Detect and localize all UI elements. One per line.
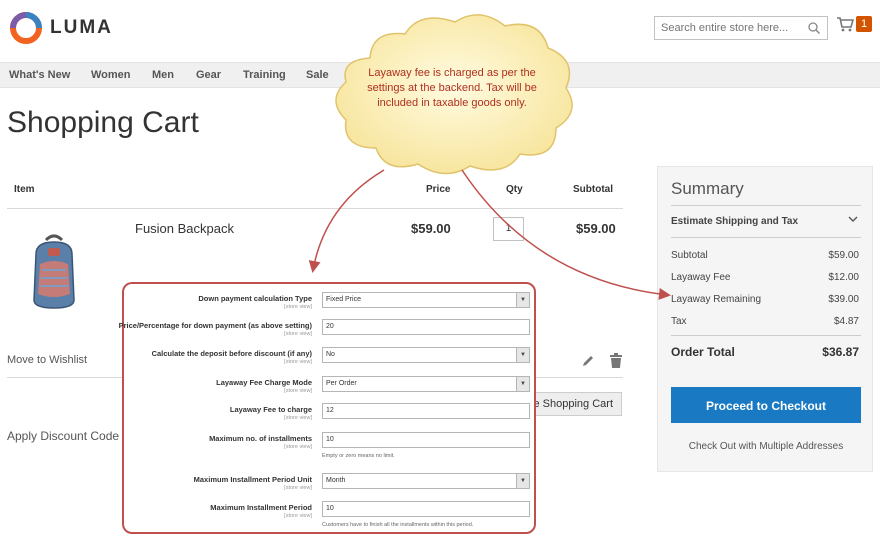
summary-tax-label: Tax — [671, 316, 687, 327]
select-value: No — [326, 351, 335, 358]
config-scope: [store view] — [284, 415, 312, 421]
brand-name: LUMA — [50, 17, 113, 38]
product-subtotal: $59.00 — [576, 221, 616, 236]
minicart[interactable]: 1 — [836, 16, 873, 32]
summary-divider — [671, 335, 861, 336]
summary-subtotal-label: Subtotal — [671, 250, 708, 261]
summary-divider — [671, 205, 861, 206]
nav-item-women[interactable]: Women — [91, 69, 131, 81]
config-label: Calculate the deposit before discount (i… — [151, 349, 312, 358]
proceed-to-checkout-button[interactable]: Proceed to Checkout — [671, 387, 861, 423]
checkout-multiple-addresses-link[interactable]: Check Out with Multiple Addresses — [658, 441, 874, 452]
config-label: Down payment calculation Type — [198, 294, 312, 303]
order-total-value: $36.87 — [822, 345, 859, 359]
column-header-subtotal: Subtotal — [573, 184, 613, 195]
deposit-before-discount-select[interactable]: No ▼ — [322, 347, 530, 363]
config-note: Empty or zero means no limit. — [322, 453, 395, 459]
max-installments-input[interactable]: 10 — [322, 432, 530, 448]
config-scope: [store view] — [284, 304, 312, 310]
nav-item-whats-new[interactable]: What's New — [9, 69, 70, 81]
dropdown-arrow-icon[interactable]: ▼ — [516, 293, 529, 307]
column-header-price: Price — [426, 184, 451, 195]
search-icon[interactable] — [807, 21, 821, 35]
chevron-down-icon[interactable] — [848, 215, 858, 223]
callout-arrow — [308, 169, 385, 273]
update-shopping-cart-button[interactable]: e Shopping Cart — [524, 392, 622, 416]
config-label: Maximum Installment Period — [210, 503, 312, 512]
max-installment-period-unit-select[interactable]: Month ▼ — [322, 473, 530, 489]
product-image[interactable] — [26, 234, 82, 312]
nav-item-men[interactable]: Men — [152, 69, 174, 81]
config-scope: [store view] — [284, 359, 312, 365]
config-label: Layaway Fee to charge — [229, 405, 312, 414]
summary-title: Summary — [671, 179, 744, 198]
summary-subtotal-value: $59.00 — [828, 250, 859, 261]
select-value: Per Order — [326, 380, 357, 387]
table-divider — [7, 208, 623, 209]
select-value: Fixed Price — [326, 296, 362, 303]
product-name[interactable]: Fusion Backpack — [135, 221, 234, 236]
summary-tax-value: $4.87 — [833, 316, 859, 327]
nav-item-training[interactable]: Training — [243, 69, 286, 81]
down-payment-amount-input[interactable]: 20 — [322, 319, 530, 335]
order-total-label: Order Total — [671, 345, 735, 359]
summary-layaway-remaining-value: $39.00 — [828, 294, 859, 305]
config-scope: [store view] — [284, 444, 312, 450]
dropdown-arrow-icon[interactable]: ▼ — [516, 474, 529, 488]
config-label: Maximum no. of installments — [209, 434, 312, 443]
move-to-wishlist-link[interactable]: Move to Wishlist — [7, 354, 87, 366]
dropdown-arrow-icon[interactable]: ▼ — [516, 348, 529, 362]
callout-text: Layaway fee is charged as per the settin… — [367, 67, 537, 109]
edit-pencil-icon[interactable] — [581, 354, 595, 368]
nav-item-gear[interactable]: Gear — [196, 69, 221, 81]
summary-divider — [671, 237, 861, 238]
config-scope: [store view] — [284, 388, 312, 394]
summary-layaway-fee-value: $12.00 — [828, 272, 859, 283]
estimate-shipping-toggle[interactable]: Estimate Shipping and Tax — [671, 216, 798, 227]
order-summary-panel: Summary Estimate Shipping and Tax Subtot… — [657, 166, 873, 472]
search-input[interactable] — [655, 22, 805, 34]
config-scope: [store view] — [284, 513, 312, 519]
config-label: Layaway Fee Charge Mode — [216, 378, 312, 387]
logo[interactable]: LUMA — [10, 8, 113, 48]
select-value: Month — [326, 477, 346, 484]
layaway-fee-charge-mode-select[interactable]: Per Order ▼ — [322, 376, 530, 392]
config-note: Customers have to finish all the install… — [322, 522, 474, 528]
dropdown-arrow-icon[interactable]: ▼ — [516, 377, 529, 391]
column-header-item: Item — [14, 184, 35, 195]
config-label: Price/Percentage for down payment (as ab… — [118, 321, 312, 330]
config-scope: [store view] — [284, 331, 312, 337]
page-title: Shopping Cart — [7, 106, 199, 139]
search-box[interactable] — [654, 16, 828, 40]
cart-count-badge: 1 — [856, 16, 873, 32]
nav-item-sale[interactable]: Sale — [306, 69, 329, 81]
shopping-cart-icon[interactable] — [836, 16, 854, 32]
column-header-qty: Qty — [506, 184, 523, 195]
down-payment-type-select[interactable]: Fixed Price ▼ — [322, 292, 530, 308]
apply-discount-code-toggle[interactable]: Apply Discount Code — [7, 429, 119, 443]
product-price: $59.00 — [411, 221, 451, 236]
layaway-fee-input[interactable]: 12 — [322, 403, 530, 419]
max-installment-period-input[interactable]: 10 — [322, 501, 530, 517]
qty-input[interactable]: 1 — [493, 217, 524, 241]
layaway-config-panel: Down payment calculation Type [store vie… — [118, 282, 536, 534]
summary-layaway-remaining-label: Layaway Remaining — [671, 294, 762, 305]
config-scope: [store view] — [284, 485, 312, 491]
summary-layaway-fee-label: Layaway Fee — [671, 272, 731, 283]
luma-logo-icon — [10, 12, 42, 44]
trash-icon[interactable] — [609, 353, 623, 369]
config-label: Maximum Installment Period Unit — [193, 475, 312, 484]
